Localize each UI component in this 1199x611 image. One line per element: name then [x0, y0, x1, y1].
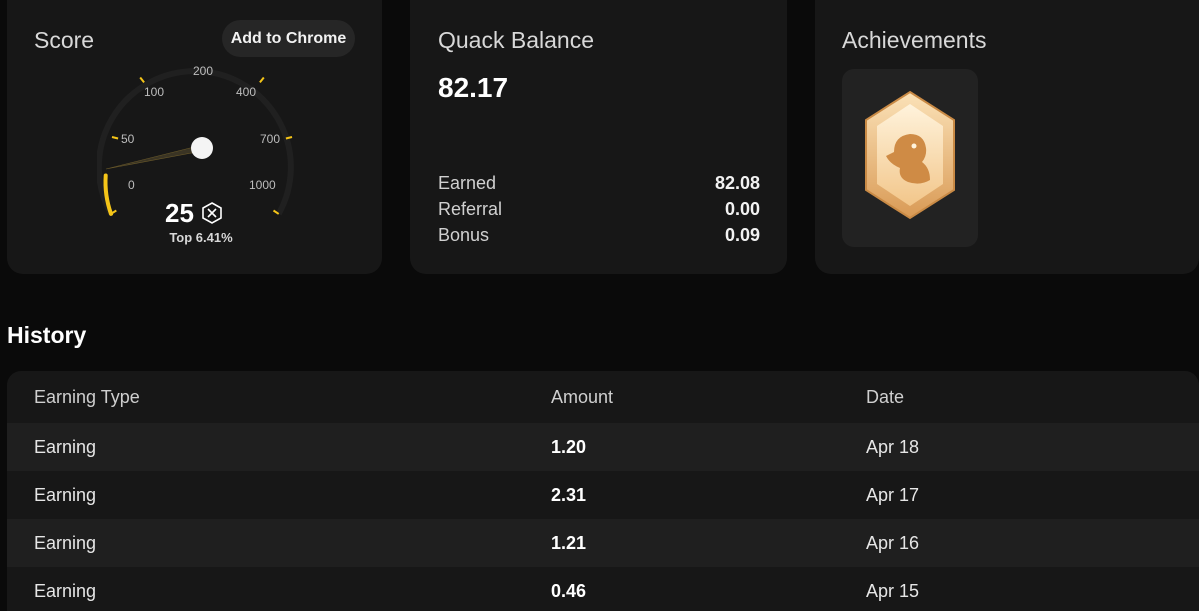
balance-row-label: Bonus [438, 225, 490, 245]
column-header-date: Date [866, 386, 905, 407]
add-to-chrome-button[interactable]: Add to Chrome [222, 20, 355, 57]
cell-amount: 2.31 [551, 484, 587, 505]
balance-title: Quack Balance [438, 27, 594, 53]
cell-earning-type: Earning [34, 580, 97, 601]
column-header-amount: Amount [551, 386, 614, 407]
balance-row-value: 82.08 [714, 173, 760, 193]
gauge-needle [105, 144, 203, 170]
gauge-needle-hub [191, 137, 213, 159]
gauge-label-400: 400 [236, 85, 256, 99]
balance-total: 82.17 [438, 72, 509, 103]
balance-card: Quack Balance 82.17 Earned 82.08 Referra… [410, 0, 787, 274]
balance-row-value: 0.09 [724, 225, 760, 245]
table-header-row: Earning Type Amount Date [7, 371, 1199, 423]
history-table: Earning Type Amount Date Earning 1.20 Ap… [7, 371, 1199, 611]
history-title: History [7, 322, 87, 348]
table-row: Earning 1.21 Apr 16 [7, 519, 1199, 567]
cell-date: Apr 17 [866, 484, 920, 505]
score-gauge: 0 50 100 200 400 700 1000 [97, 65, 294, 216]
table-row: Earning 2.31 Apr 17 [7, 471, 1199, 519]
achievement-badge-tile[interactable] [842, 69, 978, 247]
score-value: 25 [165, 198, 194, 228]
table-row: Earning 1.20 Apr 18 [7, 423, 1199, 471]
gauge-label-0: 0 [128, 178, 135, 192]
cell-amount: 0.46 [551, 580, 587, 601]
duck-hexagon-badge-icon [865, 90, 955, 220]
gauge-label-1000: 1000 [249, 178, 276, 192]
balance-row-earned: Earned 82.08 [438, 173, 760, 194]
gauge-label-100: 100 [144, 85, 164, 99]
balance-row-label: Earned [438, 173, 497, 193]
gauge-label-50: 50 [121, 132, 135, 146]
cell-amount: 1.21 [551, 532, 587, 553]
gauge-label-200: 200 [193, 65, 213, 78]
column-header-earning-type: Earning Type [34, 386, 140, 407]
achievements-title: Achievements [842, 27, 987, 53]
score-card: Score Add to Chrome 0 50 100 200 400 700… [7, 0, 382, 274]
balance-row-label: Referral [438, 199, 503, 219]
score-rank: Top 6.41% [169, 230, 233, 245]
cell-date: Apr 15 [866, 580, 920, 601]
cell-amount: 1.20 [551, 436, 587, 457]
balance-row-referral: Referral 0.00 [438, 199, 760, 220]
cell-earning-type: Earning [34, 484, 97, 505]
cell-earning-type: Earning [34, 532, 97, 553]
balance-row-value: 0.00 [724, 199, 760, 219]
achievements-card: Achievements [815, 0, 1199, 274]
cell-earning-type: Earning [34, 436, 97, 457]
balance-row-bonus: Bonus 0.09 [438, 225, 760, 246]
score-title: Score [34, 27, 95, 53]
table-row: Earning 0.46 Apr 15 [7, 567, 1199, 611]
gauge-label-700: 700 [260, 132, 280, 146]
cell-date: Apr 18 [866, 436, 920, 457]
score-logo-icon [202, 202, 222, 224]
cell-date: Apr 16 [866, 532, 920, 553]
